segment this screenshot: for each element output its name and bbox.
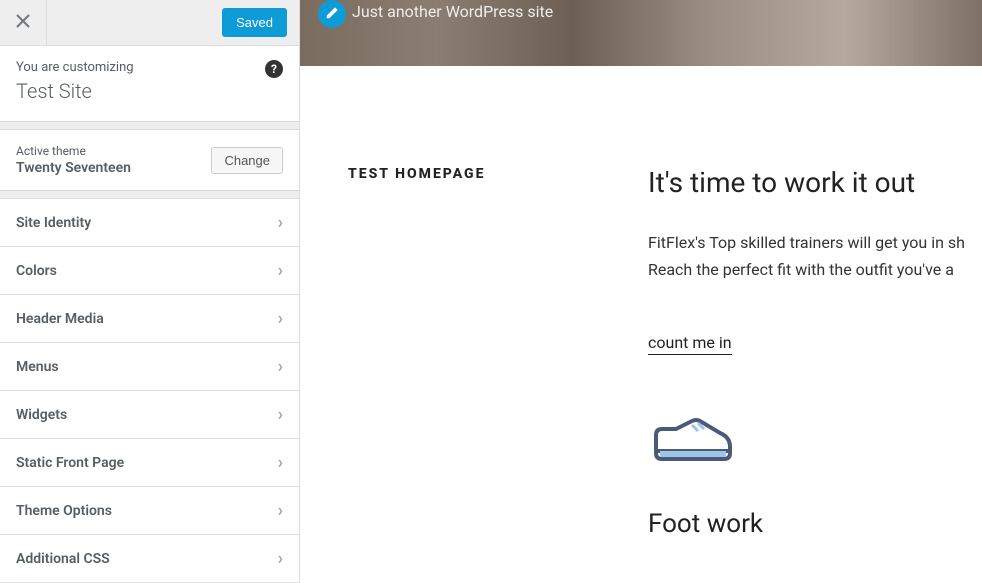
menu-widgets[interactable]: Widgets › (0, 391, 299, 439)
menu-additional-css[interactable]: Additional CSS › (0, 535, 299, 583)
close-icon (16, 12, 30, 33)
menu-item-label: Static Front Page (16, 455, 124, 471)
sneaker-icon (648, 415, 982, 469)
chevron-right-icon: › (278, 212, 283, 233)
section-spacer-2 (0, 191, 299, 199)
cta-link[interactable]: count me in (648, 333, 732, 355)
menu-static-front-page[interactable]: Static Front Page › (0, 439, 299, 487)
chevron-right-icon: › (278, 260, 283, 281)
left-column: TEST HOMEPAGE (348, 166, 608, 539)
close-button[interactable] (0, 0, 47, 46)
customizer-sidebar: Saved You are customizing Test Site ? Ac… (0, 0, 300, 583)
theme-info: Active theme Twenty Seventeen (16, 144, 131, 176)
menu-item-label: Site Identity (16, 215, 91, 231)
active-theme-name: Twenty Seventeen (16, 160, 131, 176)
preview-pane: Just another WordPress site TEST HOMEPAG… (300, 0, 982, 583)
menu-item-label: Theme Options (16, 503, 112, 519)
menu-item-label: Header Media (16, 311, 104, 327)
section-spacer-1 (0, 122, 299, 130)
chevron-right-icon: › (278, 308, 283, 329)
top-bar: Saved (0, 0, 299, 46)
chevron-right-icon: › (278, 548, 283, 569)
chevron-right-icon: › (278, 356, 283, 377)
site-tagline: Just another WordPress site (352, 2, 553, 21)
headline: It's time to work it out (648, 166, 982, 199)
edit-shortcut-button[interactable] (318, 0, 346, 28)
menu-colors[interactable]: Colors › (0, 247, 299, 295)
menu-menus[interactable]: Menus › (0, 343, 299, 391)
chevron-right-icon: › (278, 404, 283, 425)
change-theme-button[interactable]: Change (211, 147, 283, 174)
menu-theme-options[interactable]: Theme Options › (0, 487, 299, 535)
pencil-icon (325, 5, 339, 24)
customizing-label: You are customizing (16, 60, 283, 75)
hero-banner: Just another WordPress site (300, 0, 982, 66)
menu-item-label: Menus (16, 359, 59, 375)
chevron-right-icon: › (278, 500, 283, 521)
theme-section: Active theme Twenty Seventeen Change (0, 130, 299, 191)
body-line-1: FitFlex's Top skilled trainers will get … (648, 229, 982, 256)
body-text: FitFlex's Top skilled trainers will get … (648, 229, 982, 283)
intro-section: You are customizing Test Site ? (0, 46, 299, 122)
menu-list: Site Identity › Colors › Header Media › … (0, 199, 299, 583)
menu-header-media[interactable]: Header Media › (0, 295, 299, 343)
menu-item-label: Widgets (16, 407, 67, 423)
page-title: TEST HOMEPAGE (348, 166, 608, 182)
menu-item-label: Colors (16, 263, 57, 279)
help-icon[interactable]: ? (265, 60, 283, 78)
menu-item-label: Additional CSS (16, 551, 110, 567)
body-line-2: Reach the perfect fit with the outfit yo… (648, 256, 982, 283)
subheadline: Foot work (648, 509, 982, 539)
saved-button[interactable]: Saved (222, 8, 287, 37)
active-theme-label: Active theme (16, 144, 131, 158)
menu-site-identity[interactable]: Site Identity › (0, 199, 299, 247)
chevron-right-icon: › (278, 452, 283, 473)
right-column: It's time to work it out FitFlex's Top s… (608, 166, 982, 539)
site-title: Test Site (16, 79, 283, 103)
content-area: TEST HOMEPAGE It's time to work it out F… (300, 66, 982, 539)
